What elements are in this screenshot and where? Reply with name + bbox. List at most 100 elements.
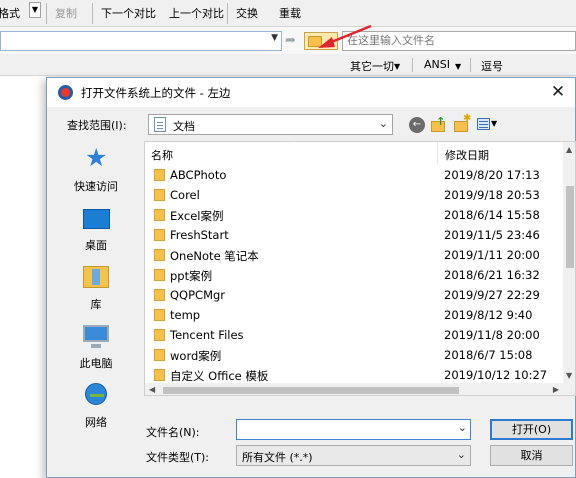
scroll-right-icon[interactable]: ▶ xyxy=(553,385,559,394)
scroll-thumb[interactable] xyxy=(163,387,459,394)
folder-icon xyxy=(154,189,165,201)
folder-icon xyxy=(154,169,165,181)
file-row[interactable]: word案例 2018/6/7 15:08 xyxy=(145,345,563,365)
place-this-pc[interactable]: 此电脑 xyxy=(61,320,131,376)
file-row[interactable]: Tencent Files 2019/11/8 20:00 xyxy=(145,325,563,345)
chevron-down-icon[interactable]: ⌄ xyxy=(457,448,466,461)
encoding-menu[interactable]: ANSI xyxy=(424,58,450,71)
folder-icon xyxy=(154,329,165,341)
file-name: OneNote 笔记本 xyxy=(170,249,259,263)
library-icon xyxy=(83,266,109,288)
close-icon[interactable]: ✕ xyxy=(547,81,569,103)
place-library[interactable]: 库 xyxy=(61,261,131,317)
open-file-dialog: 打开文件系统上的文件 - 左边 ✕ 查找范围(I): 文档 ⌄ ← ↑ ✱ ▼ … xyxy=(46,77,576,478)
look-in-label: 查找范围(I): xyxy=(67,119,127,132)
file-row[interactable]: Excel案例 2018/6/14 15:58 xyxy=(145,205,563,225)
chevron-down-icon[interactable]: ▼ xyxy=(455,62,461,71)
scroll-down-icon[interactable]: ▼ xyxy=(566,371,572,380)
file-name: Excel案例 xyxy=(170,209,224,223)
dialog-title: 打开文件系统上的文件 - 左边 xyxy=(81,86,231,100)
file-date: 2019/10/12 10:27 xyxy=(444,368,548,382)
folder-icon xyxy=(154,369,165,381)
options-bar: 其它一切 ▼ ANSI ▼ 逗号 xyxy=(0,54,576,76)
file-name: 自定义 Office 模板 xyxy=(170,369,269,383)
filename-input[interactable] xyxy=(236,419,471,440)
folder-icon xyxy=(154,269,165,281)
app-left-pane xyxy=(0,76,46,478)
file-row[interactable]: FreshStart 2019/11/5 23:46 xyxy=(145,225,563,245)
file-name: ABCPhoto xyxy=(170,168,227,182)
file-row[interactable]: OneNote 笔记本 2019/1/11 20:00 xyxy=(145,245,563,265)
file-date: 2019/9/18 20:53 xyxy=(444,188,540,202)
place-label: 网络 xyxy=(85,416,107,429)
column-divider[interactable] xyxy=(437,142,438,164)
dialog-titlebar: 打开文件系统上的文件 - 左边 ✕ xyxy=(47,78,575,107)
scroll-corner xyxy=(563,383,575,395)
place-quick-access[interactable]: ★ 快速访问 xyxy=(61,143,131,199)
view-menu-icon[interactable]: ▼ xyxy=(477,118,497,132)
file-name: FreshStart xyxy=(170,228,229,242)
chevron-down-icon[interactable]: ▼ xyxy=(394,62,400,71)
star-icon: ★ xyxy=(85,143,108,172)
file-date: 2018/6/14 15:58 xyxy=(444,208,540,222)
options-separator xyxy=(412,58,413,72)
filetype-value: 所有文件 (*.*) xyxy=(242,451,313,464)
column-header-name[interactable]: 名称 xyxy=(151,147,173,163)
filetype-label: 文件类型(T): xyxy=(146,451,210,464)
place-desktop[interactable]: 桌面 xyxy=(61,202,131,258)
scroll-thumb[interactable] xyxy=(566,186,574,268)
file-date: 2019/1/11 20:00 xyxy=(444,248,540,262)
file-name: Tencent Files xyxy=(170,328,244,342)
scroll-up-icon[interactable]: ▲ xyxy=(566,145,572,154)
other-menu[interactable]: 其它一切 xyxy=(350,58,394,74)
folder-icon xyxy=(154,229,165,241)
place-label: 此电脑 xyxy=(79,357,113,370)
desktop-icon xyxy=(83,209,110,229)
filetype-select[interactable]: 所有文件 (*.*) ⌄ xyxy=(236,445,471,466)
scroll-left-icon[interactable]: ◀ xyxy=(149,385,155,394)
file-date: 2019/11/8 20:00 xyxy=(444,328,540,342)
file-date: 2018/6/7 15:08 xyxy=(444,348,533,362)
filename-label: 文件名(N): xyxy=(146,426,200,439)
look-in-select[interactable]: 文档 ⌄ xyxy=(148,114,393,135)
place-network[interactable]: 网络 xyxy=(61,379,131,435)
file-name: word案例 xyxy=(170,349,222,363)
file-row[interactable]: Corel 2019/9/18 20:53 xyxy=(145,185,563,205)
place-label: 桌面 xyxy=(85,239,107,252)
sort-ascending-icon: ⌃ xyxy=(283,141,292,150)
horizontal-scrollbar[interactable]: ◀ ▶ xyxy=(145,383,563,395)
cancel-button[interactable]: 取消 xyxy=(490,445,573,466)
folder-icon xyxy=(154,249,165,261)
vertical-scrollbar[interactable]: ▲ ▼ xyxy=(563,142,575,383)
file-date: 2019/8/20 17:13 xyxy=(444,168,540,182)
delimiter-menu[interactable]: 逗号 xyxy=(481,58,503,74)
place-label: 快速访问 xyxy=(74,180,118,193)
file-name: temp xyxy=(170,308,201,322)
chevron-down-icon[interactable]: ⌄ xyxy=(451,419,471,440)
file-name: Corel xyxy=(170,188,200,202)
computer-icon xyxy=(83,325,109,348)
file-date: 2018/6/21 16:32 xyxy=(444,268,540,282)
file-row[interactable]: temp 2019/8/12 9:40 xyxy=(145,305,563,325)
file-name: ppt案例 xyxy=(170,269,213,283)
documents-icon xyxy=(154,117,166,132)
back-icon[interactable]: ← xyxy=(409,117,425,133)
file-list[interactable]: 名称 ⌃ 修改日期 ABCPhoto 2019/8/20 17:13 Corel… xyxy=(144,141,576,396)
folder-icon xyxy=(154,309,165,321)
file-date: 2019/11/5 23:46 xyxy=(444,228,540,242)
column-header-date[interactable]: 修改日期 xyxy=(445,147,489,163)
file-row[interactable]: ABCPhoto 2019/8/20 17:13 xyxy=(145,165,563,185)
chevron-down-icon[interactable]: ⌄ xyxy=(379,117,388,130)
file-name: QQPCMgr xyxy=(170,288,226,302)
file-row[interactable]: ppt案例 2018/6/21 16:32 xyxy=(145,265,563,285)
options-separator xyxy=(470,58,471,72)
file-row[interactable]: 自定义 Office 模板 2019/10/12 10:27 xyxy=(145,365,563,385)
file-date: 2019/9/27 22:29 xyxy=(444,288,540,302)
file-row[interactable]: QQPCMgr 2019/9/27 22:29 xyxy=(145,285,563,305)
new-folder-icon[interactable]: ✱ xyxy=(454,113,471,133)
folder-icon xyxy=(154,289,165,301)
up-folder-icon[interactable]: ↑ xyxy=(431,115,447,133)
open-button[interactable]: 打开(O) xyxy=(490,419,573,440)
folder-icon xyxy=(154,349,165,361)
folder-icon xyxy=(154,209,165,221)
